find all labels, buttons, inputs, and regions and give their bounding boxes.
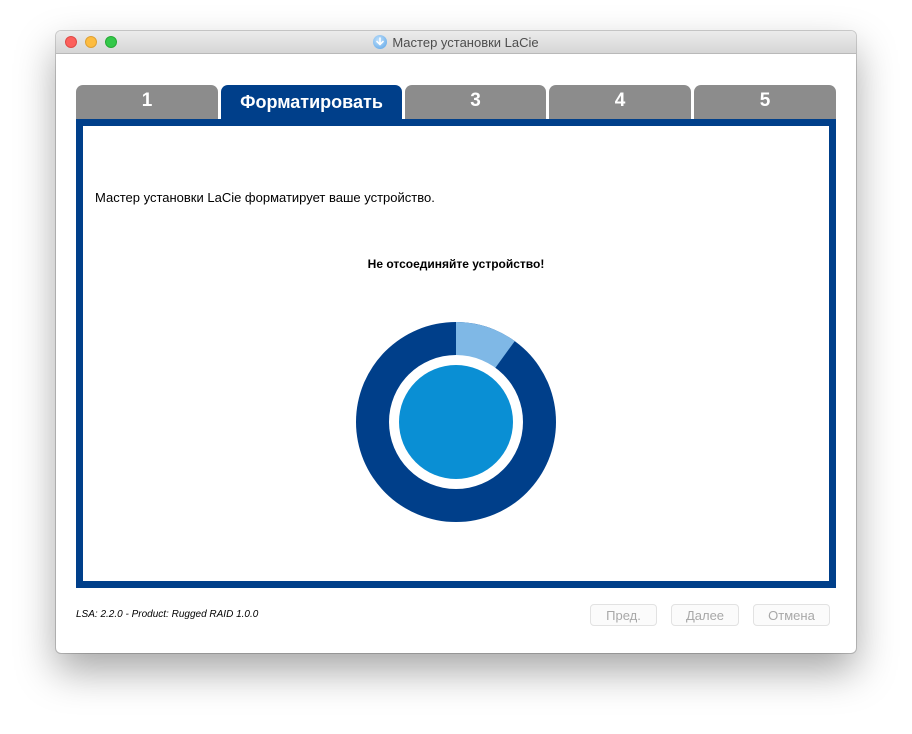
cancel-button[interactable]: Отмена bbox=[753, 604, 830, 626]
tab-step-1[interactable]: 1 bbox=[76, 85, 218, 119]
step-tabs: 1 Форматировать 3 4 5 bbox=[76, 85, 836, 121]
tab-step-5[interactable]: 5 bbox=[694, 85, 836, 119]
next-button[interactable]: Далее bbox=[671, 604, 739, 626]
tab-step-format[interactable]: Форматировать bbox=[221, 85, 402, 121]
do-not-disconnect-warning: Не отсоединяйте устройство! bbox=[367, 257, 545, 271]
window-title-area: Мастер установки LaCie bbox=[56, 31, 856, 53]
tab-step-3[interactable]: 3 bbox=[405, 85, 546, 119]
format-progress-ring bbox=[356, 322, 556, 522]
prev-button[interactable]: Пред. bbox=[590, 604, 657, 626]
installer-window: Мастер установки LaCie 1 Форматировать 3… bbox=[56, 31, 856, 653]
content-panel: Мастер установки LaCie форматирует ваше … bbox=[76, 119, 836, 588]
tab-step-4[interactable]: 4 bbox=[549, 85, 691, 119]
formatting-message: Мастер установки LaCie форматирует ваше … bbox=[95, 190, 435, 205]
version-info: LSA: 2.2.0 - Product: Rugged RAID 1.0.0 bbox=[76, 609, 259, 620]
download-arrow-icon bbox=[373, 35, 388, 49]
progress-center-disc bbox=[399, 365, 513, 479]
title-bar[interactable]: Мастер установки LaCie bbox=[56, 31, 856, 54]
window-title: Мастер установки LaCie bbox=[392, 34, 539, 50]
